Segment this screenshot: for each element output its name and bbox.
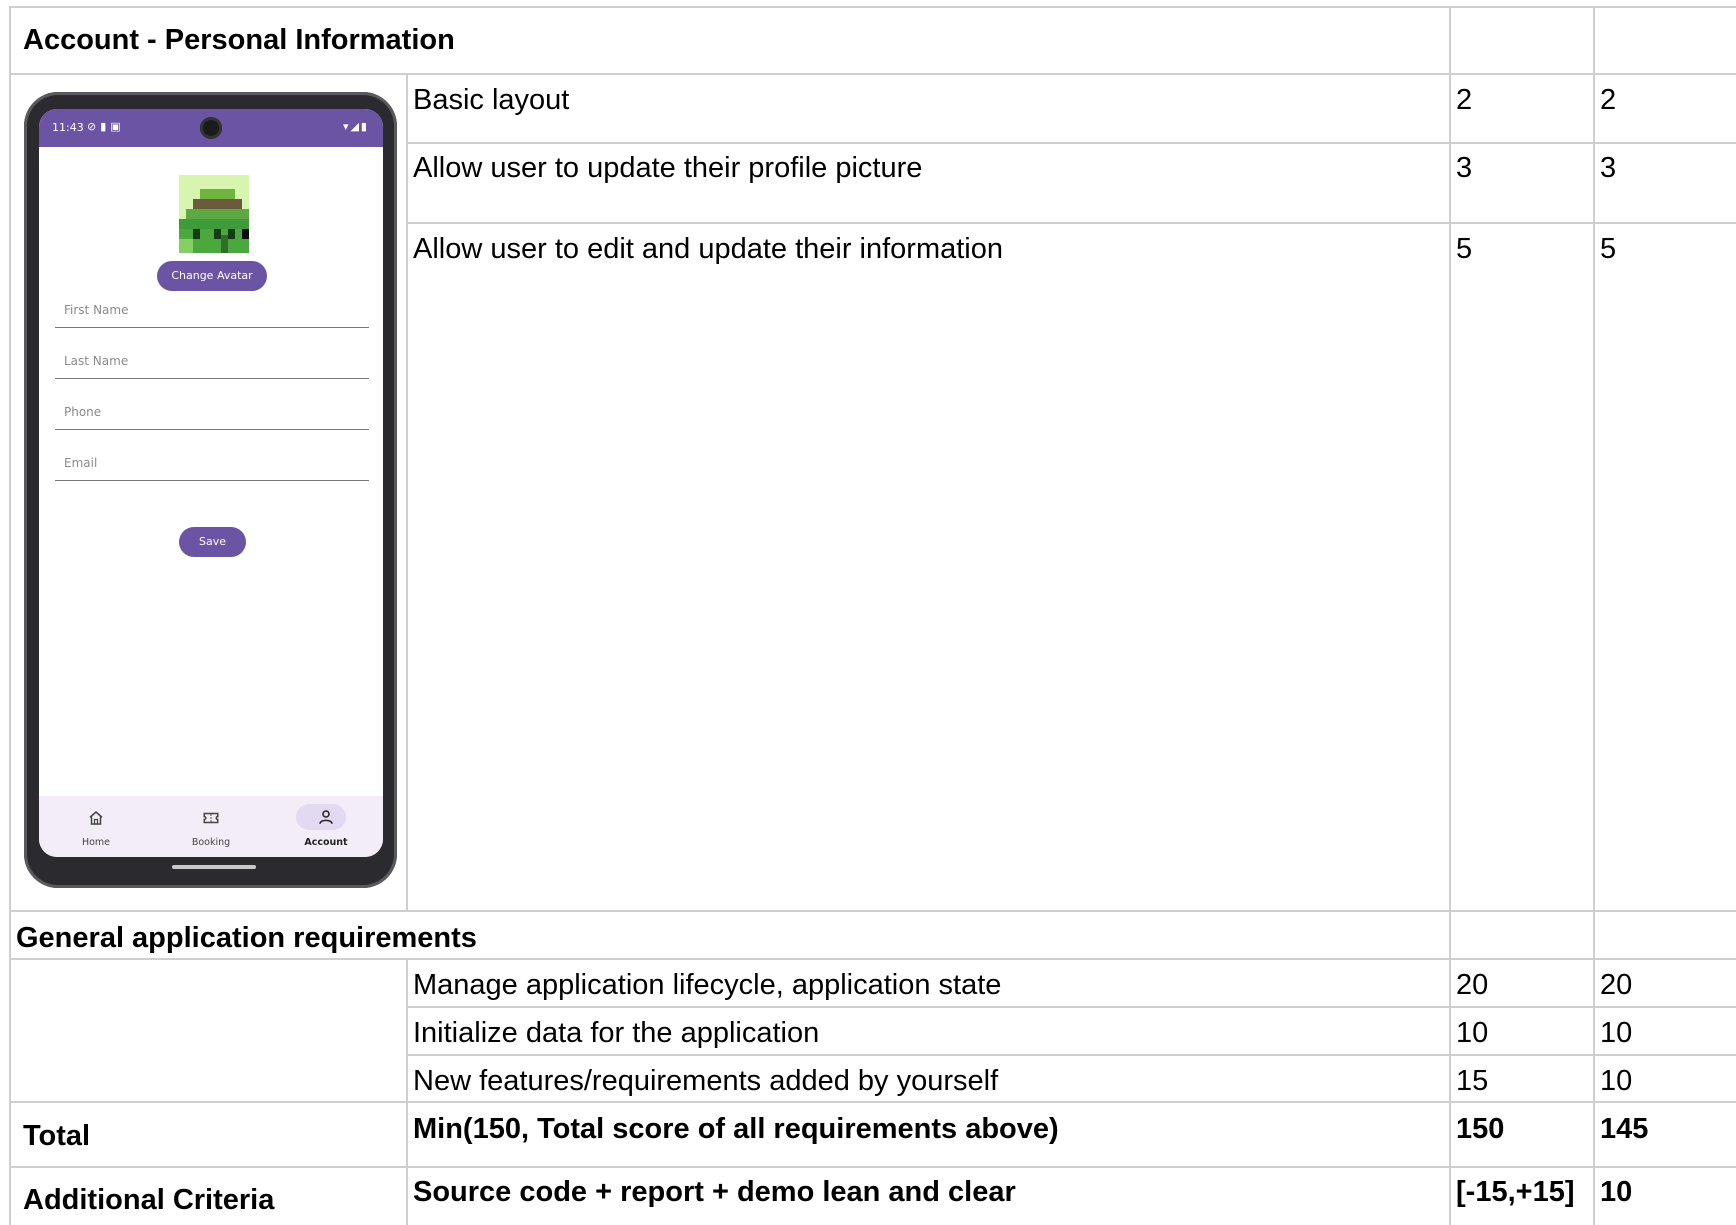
max-score: 10 — [1456, 1017, 1489, 1049]
additional-score: 10 — [1600, 1176, 1633, 1208]
home-icon — [89, 811, 103, 825]
nav-label-account: Account — [304, 837, 348, 848]
max-score: 15 — [1456, 1065, 1489, 1097]
status-bar: 11:43 ⊘▮▣ ▾◢▮ — [39, 109, 383, 147]
last-name-field[interactable]: Last Name — [55, 348, 369, 379]
nav-item-account[interactable]: Account — [269, 796, 383, 857]
awarded-score: 5 — [1600, 233, 1617, 265]
requirement-initialize-data: Initialize data for the application — [413, 1017, 820, 1049]
status-time: 11:43 — [52, 121, 84, 134]
max-score: 5 — [1456, 233, 1473, 265]
awarded-score: 3 — [1600, 152, 1617, 184]
wifi-signal-battery-icon: ▾◢▮ — [342, 120, 369, 133]
email-field[interactable]: Email — [55, 450, 369, 481]
total-label: Total — [23, 1120, 91, 1152]
phone-field[interactable]: Phone — [55, 399, 369, 430]
email-placeholder: Email — [64, 456, 98, 470]
person-icon — [319, 810, 333, 824]
nav-label-booking: Booking — [191, 837, 231, 848]
phone-placeholder: Phone — [64, 405, 102, 419]
additional-range: [-15,+15] — [1456, 1176, 1575, 1208]
total-max-score: 150 — [1456, 1113, 1505, 1145]
first-name-field[interactable]: First Name — [55, 297, 369, 328]
max-score: 20 — [1456, 969, 1489, 1001]
additional-criteria-label: Additional Criteria — [23, 1184, 275, 1216]
notification-icons: ⊘▮▣ — [87, 120, 125, 133]
avatar-image — [179, 175, 249, 253]
bottom-navigation: Home Booking Account — [39, 796, 383, 857]
requirement-edit-information: Allow user to edit and update their info… — [413, 233, 1004, 265]
awarded-score: 2 — [1600, 84, 1617, 116]
rubric-table: Account - Personal Information Basic lay… — [0, 0, 1736, 1225]
total-requirement: Min(150, Total score of all requirements… — [413, 1113, 1059, 1145]
home-indicator — [172, 865, 256, 869]
phone-mockup: 11:43 ⊘▮▣ ▾◢▮ Change Avatar First Name L… — [24, 92, 397, 888]
awarded-score: 10 — [1600, 1065, 1633, 1097]
save-button[interactable]: Save — [179, 527, 246, 557]
section-title-account: Account - Personal Information — [23, 24, 455, 56]
nav-label-home: Home — [81, 837, 111, 848]
section-title-general: General application requirements — [16, 922, 477, 954]
max-score: 3 — [1456, 152, 1473, 184]
requirement-basic-layout: Basic layout — [413, 84, 570, 116]
requirement-profile-picture: Allow user to update their profile pictu… — [413, 152, 923, 184]
total-awarded-score: 145 — [1600, 1113, 1649, 1145]
nav-item-home[interactable]: Home — [39, 796, 153, 857]
first-name-placeholder: First Name — [64, 303, 129, 317]
change-avatar-button[interactable]: Change Avatar — [157, 261, 267, 291]
ticket-icon — [203, 812, 219, 824]
requirement-new-features: New features/requirements added by yours… — [413, 1065, 999, 1097]
max-score: 2 — [1456, 84, 1473, 116]
camera-cutout — [200, 117, 222, 139]
awarded-score: 10 — [1600, 1017, 1633, 1049]
requirement-lifecycle: Manage application lifecycle, applicatio… — [413, 969, 1002, 1001]
awarded-score: 20 — [1600, 969, 1633, 1001]
last-name-placeholder: Last Name — [64, 354, 129, 368]
nav-item-booking[interactable]: Booking — [154, 796, 268, 857]
additional-requirement: Source code + report + demo lean and cle… — [413, 1176, 1016, 1208]
phone-screen: 11:43 ⊘▮▣ ▾◢▮ Change Avatar First Name L… — [39, 109, 383, 857]
